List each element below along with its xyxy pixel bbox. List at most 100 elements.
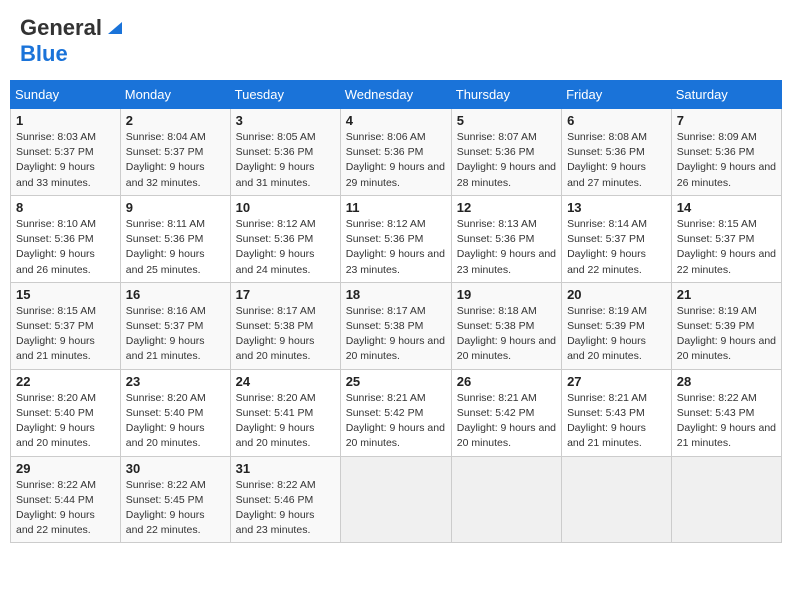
calendar-cell: 1 Sunrise: 8:03 AM Sunset: 5:37 PM Dayli…	[11, 109, 121, 196]
day-number: 3	[236, 113, 335, 128]
calendar-cell: 7 Sunrise: 8:09 AM Sunset: 5:36 PM Dayli…	[671, 109, 781, 196]
day-info: Sunrise: 8:19 AM Sunset: 5:39 PM Dayligh…	[677, 304, 776, 365]
day-number: 26	[457, 374, 556, 389]
day-info: Sunrise: 8:07 AM Sunset: 5:36 PM Dayligh…	[457, 130, 556, 191]
calendar-cell: 9 Sunrise: 8:11 AM Sunset: 5:36 PM Dayli…	[120, 195, 230, 282]
day-info: Sunrise: 8:12 AM Sunset: 5:36 PM Dayligh…	[236, 217, 335, 278]
calendar-week-row: 8 Sunrise: 8:10 AM Sunset: 5:36 PM Dayli…	[11, 195, 782, 282]
day-info: Sunrise: 8:18 AM Sunset: 5:38 PM Dayligh…	[457, 304, 556, 365]
calendar-week-row: 15 Sunrise: 8:15 AM Sunset: 5:37 PM Dayl…	[11, 282, 782, 369]
calendar-cell: 30 Sunrise: 8:22 AM Sunset: 5:45 PM Dayl…	[120, 456, 230, 543]
calendar-cell: 23 Sunrise: 8:20 AM Sunset: 5:40 PM Dayl…	[120, 369, 230, 456]
day-number: 24	[236, 374, 335, 389]
day-number: 15	[16, 287, 115, 302]
calendar-cell	[562, 456, 672, 543]
day-info: Sunrise: 8:16 AM Sunset: 5:37 PM Dayligh…	[126, 304, 225, 365]
day-info: Sunrise: 8:20 AM Sunset: 5:41 PM Dayligh…	[236, 391, 335, 452]
day-info: Sunrise: 8:20 AM Sunset: 5:40 PM Dayligh…	[126, 391, 225, 452]
logo-general: General	[20, 15, 102, 41]
day-info: Sunrise: 8:13 AM Sunset: 5:36 PM Dayligh…	[457, 217, 556, 278]
day-number: 8	[16, 200, 115, 215]
day-info: Sunrise: 8:12 AM Sunset: 5:36 PM Dayligh…	[346, 217, 446, 278]
day-info: Sunrise: 8:21 AM Sunset: 5:42 PM Dayligh…	[346, 391, 446, 452]
calendar-cell	[451, 456, 561, 543]
calendar-cell: 20 Sunrise: 8:19 AM Sunset: 5:39 PM Dayl…	[562, 282, 672, 369]
day-number: 17	[236, 287, 335, 302]
day-info: Sunrise: 8:03 AM Sunset: 5:37 PM Dayligh…	[16, 130, 115, 191]
calendar-cell: 29 Sunrise: 8:22 AM Sunset: 5:44 PM Dayl…	[11, 456, 121, 543]
day-number: 25	[346, 374, 446, 389]
page-header: General Blue	[10, 10, 782, 72]
calendar-cell: 28 Sunrise: 8:22 AM Sunset: 5:43 PM Dayl…	[671, 369, 781, 456]
calendar-cell: 17 Sunrise: 8:17 AM Sunset: 5:38 PM Dayl…	[230, 282, 340, 369]
logo-icon	[106, 18, 124, 36]
calendar-cell: 15 Sunrise: 8:15 AM Sunset: 5:37 PM Dayl…	[11, 282, 121, 369]
day-number: 16	[126, 287, 225, 302]
day-info: Sunrise: 8:09 AM Sunset: 5:36 PM Dayligh…	[677, 130, 776, 191]
calendar-cell: 27 Sunrise: 8:21 AM Sunset: 5:43 PM Dayl…	[562, 369, 672, 456]
day-info: Sunrise: 8:17 AM Sunset: 5:38 PM Dayligh…	[236, 304, 335, 365]
day-info: Sunrise: 8:15 AM Sunset: 5:37 PM Dayligh…	[16, 304, 115, 365]
day-header-monday: Monday	[120, 81, 230, 109]
calendar-cell	[340, 456, 451, 543]
calendar-cell: 18 Sunrise: 8:17 AM Sunset: 5:38 PM Dayl…	[340, 282, 451, 369]
day-number: 10	[236, 200, 335, 215]
day-number: 30	[126, 461, 225, 476]
day-info: Sunrise: 8:06 AM Sunset: 5:36 PM Dayligh…	[346, 130, 446, 191]
day-number: 7	[677, 113, 776, 128]
calendar-cell: 22 Sunrise: 8:20 AM Sunset: 5:40 PM Dayl…	[11, 369, 121, 456]
day-info: Sunrise: 8:22 AM Sunset: 5:45 PM Dayligh…	[126, 478, 225, 539]
calendar-cell: 19 Sunrise: 8:18 AM Sunset: 5:38 PM Dayl…	[451, 282, 561, 369]
day-info: Sunrise: 8:08 AM Sunset: 5:36 PM Dayligh…	[567, 130, 666, 191]
calendar-cell: 31 Sunrise: 8:22 AM Sunset: 5:46 PM Dayl…	[230, 456, 340, 543]
calendar-body: 1 Sunrise: 8:03 AM Sunset: 5:37 PM Dayli…	[11, 109, 782, 543]
day-number: 23	[126, 374, 225, 389]
day-number: 28	[677, 374, 776, 389]
day-number: 29	[16, 461, 115, 476]
day-number: 1	[16, 113, 115, 128]
calendar-week-row: 29 Sunrise: 8:22 AM Sunset: 5:44 PM Dayl…	[11, 456, 782, 543]
day-info: Sunrise: 8:21 AM Sunset: 5:42 PM Dayligh…	[457, 391, 556, 452]
calendar-week-row: 1 Sunrise: 8:03 AM Sunset: 5:37 PM Dayli…	[11, 109, 782, 196]
calendar-cell: 14 Sunrise: 8:15 AM Sunset: 5:37 PM Dayl…	[671, 195, 781, 282]
calendar-cell: 12 Sunrise: 8:13 AM Sunset: 5:36 PM Dayl…	[451, 195, 561, 282]
day-number: 12	[457, 200, 556, 215]
day-header-wednesday: Wednesday	[340, 81, 451, 109]
logo-blue: Blue	[20, 41, 68, 66]
calendar-cell: 24 Sunrise: 8:20 AM Sunset: 5:41 PM Dayl…	[230, 369, 340, 456]
day-number: 13	[567, 200, 666, 215]
day-info: Sunrise: 8:17 AM Sunset: 5:38 PM Dayligh…	[346, 304, 446, 365]
day-number: 9	[126, 200, 225, 215]
day-info: Sunrise: 8:22 AM Sunset: 5:44 PM Dayligh…	[16, 478, 115, 539]
day-number: 18	[346, 287, 446, 302]
day-header-saturday: Saturday	[671, 81, 781, 109]
day-info: Sunrise: 8:21 AM Sunset: 5:43 PM Dayligh…	[567, 391, 666, 452]
calendar-week-row: 22 Sunrise: 8:20 AM Sunset: 5:40 PM Dayl…	[11, 369, 782, 456]
day-info: Sunrise: 8:11 AM Sunset: 5:36 PM Dayligh…	[126, 217, 225, 278]
day-number: 22	[16, 374, 115, 389]
day-number: 31	[236, 461, 335, 476]
day-info: Sunrise: 8:05 AM Sunset: 5:36 PM Dayligh…	[236, 130, 335, 191]
day-number: 14	[677, 200, 776, 215]
day-info: Sunrise: 8:22 AM Sunset: 5:43 PM Dayligh…	[677, 391, 776, 452]
calendar-cell	[671, 456, 781, 543]
day-info: Sunrise: 8:04 AM Sunset: 5:37 PM Dayligh…	[126, 130, 225, 191]
day-info: Sunrise: 8:14 AM Sunset: 5:37 PM Dayligh…	[567, 217, 666, 278]
day-header-tuesday: Tuesday	[230, 81, 340, 109]
header-row: SundayMondayTuesdayWednesdayThursdayFrid…	[11, 81, 782, 109]
calendar-cell: 2 Sunrise: 8:04 AM Sunset: 5:37 PM Dayli…	[120, 109, 230, 196]
day-header-sunday: Sunday	[11, 81, 121, 109]
day-info: Sunrise: 8:20 AM Sunset: 5:40 PM Dayligh…	[16, 391, 115, 452]
calendar-cell: 11 Sunrise: 8:12 AM Sunset: 5:36 PM Dayl…	[340, 195, 451, 282]
day-header-thursday: Thursday	[451, 81, 561, 109]
calendar-cell: 25 Sunrise: 8:21 AM Sunset: 5:42 PM Dayl…	[340, 369, 451, 456]
calendar-cell: 5 Sunrise: 8:07 AM Sunset: 5:36 PM Dayli…	[451, 109, 561, 196]
calendar-cell: 16 Sunrise: 8:16 AM Sunset: 5:37 PM Dayl…	[120, 282, 230, 369]
calendar-cell: 3 Sunrise: 8:05 AM Sunset: 5:36 PM Dayli…	[230, 109, 340, 196]
calendar-cell: 8 Sunrise: 8:10 AM Sunset: 5:36 PM Dayli…	[11, 195, 121, 282]
day-number: 2	[126, 113, 225, 128]
day-info: Sunrise: 8:19 AM Sunset: 5:39 PM Dayligh…	[567, 304, 666, 365]
calendar-cell: 26 Sunrise: 8:21 AM Sunset: 5:42 PM Dayl…	[451, 369, 561, 456]
calendar-table: SundayMondayTuesdayWednesdayThursdayFrid…	[10, 80, 782, 543]
day-header-friday: Friday	[562, 81, 672, 109]
